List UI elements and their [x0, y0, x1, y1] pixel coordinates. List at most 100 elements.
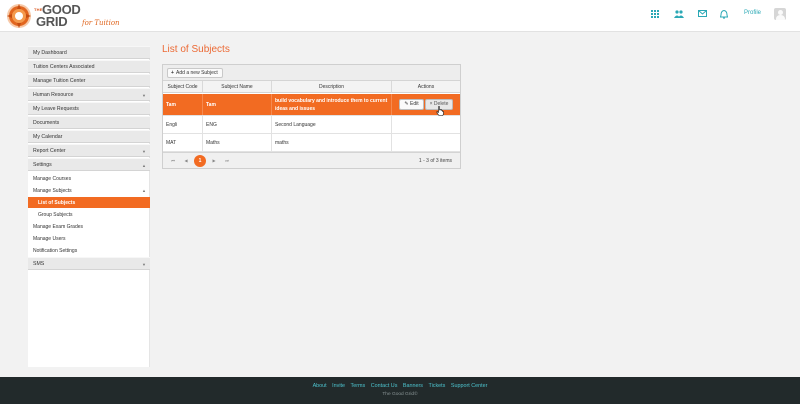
sidebar-subitem-notification-settings[interactable]: Notification Settings	[28, 245, 150, 256]
sidebar-subitem-manage-exam-grades[interactable]: Manage Exam Grades	[28, 221, 150, 232]
sidebar-item-label: Manage Tuition Center	[33, 78, 86, 84]
sidebar-item-label: Human Resource	[33, 92, 74, 98]
pencil-icon: ✎	[404, 101, 409, 107]
cell-description: Second Language	[272, 116, 392, 133]
cell-subject-name: Maths	[203, 134, 272, 151]
avatar-head	[777, 9, 783, 15]
chevron-down-icon: ▼	[142, 262, 146, 267]
app-logo[interactable]: THE GOOD GRID for Tuition	[6, 3, 146, 31]
sidebar-subitem-label: Manage Users	[33, 235, 66, 242]
grid-toolbar: + Add a new Subject	[163, 65, 460, 81]
sidebar-subitem-label: List of Subjects	[38, 199, 76, 206]
sidebar-item-manage-tuition-center[interactable]: Manage Tuition Center	[28, 74, 150, 87]
bell-icon[interactable]	[719, 9, 729, 20]
sidebar-subitem-group-subjects[interactable]: Group Subjects	[28, 209, 150, 220]
footer-copyright: The Good Grid©	[382, 392, 418, 397]
sidebar-item-report-center[interactable]: Report Center ▼	[28, 144, 150, 157]
avatar-body	[775, 15, 785, 20]
column-header-description[interactable]: Description	[272, 81, 392, 93]
first-page-icon[interactable]: ⏮	[169, 157, 177, 165]
footer-link-tickets[interactable]: Tickets	[428, 383, 445, 389]
sidebar-subitem-manage-courses[interactable]: Manage Courses	[28, 173, 150, 184]
chevron-down-icon: ▼	[142, 149, 146, 154]
cell-subject-code: Tam	[163, 94, 203, 115]
table-row[interactable]: Tam Tam build vocabulary and introduce t…	[163, 94, 460, 116]
footer-link-contact-us[interactable]: Contact Us	[371, 383, 398, 389]
sidebar-item-label: Documents	[33, 120, 60, 126]
top-bar: THE GOOD GRID for Tuition Profile	[0, 0, 800, 32]
plus-icon: +	[171, 70, 174, 76]
sidebar-item-label: SMS	[33, 261, 45, 267]
sidebar-item-documents[interactable]: Documents	[28, 116, 150, 129]
footer: About Invite Terms Contact Us Banners Ti…	[0, 377, 800, 404]
edit-button[interactable]: ✎ Edit	[399, 99, 424, 110]
cell-subject-name: ENG	[203, 116, 272, 133]
page-title: List of Subjects	[162, 44, 230, 55]
cell-subject-code: MAT	[163, 134, 203, 151]
logo-tagline: for Tuition	[82, 19, 120, 27]
sidebar-subitem-label: Manage Subjects	[33, 187, 72, 194]
sidebar-item-sms[interactable]: SMS ▼	[28, 257, 150, 270]
footer-link-invite[interactable]: Invite	[332, 383, 345, 389]
sidebar-subitem-label: Group Subjects	[38, 211, 73, 218]
sidebar-item-label: Report Center	[33, 148, 66, 154]
add-subject-label: Add a new Subject	[176, 70, 218, 76]
logo-text-grid: GRID	[36, 14, 68, 29]
cell-actions	[392, 116, 460, 133]
sidebar: My Dashboard Tuition Centers Associated …	[28, 46, 150, 367]
sidebar-item-my-calendar[interactable]: My Calendar	[28, 130, 150, 143]
pager-info: 1 - 3 of 3 items	[418, 158, 452, 164]
sidebar-subitem-label: Manage Exam Grades	[33, 223, 84, 230]
mail-icon[interactable]	[697, 10, 707, 20]
profile-link[interactable]: Profile	[744, 10, 761, 16]
footer-links: About Invite Terms Contact Us Banners Ti…	[0, 383, 800, 389]
user-avatar[interactable]	[774, 8, 786, 20]
last-page-icon[interactable]: ⏭	[223, 157, 231, 165]
footer-link-support-center[interactable]: Support Center	[451, 383, 488, 389]
sidebar-item-my-leave-requests[interactable]: My Leave Requests	[28, 102, 150, 115]
column-header-subject-code[interactable]: Subject Code	[163, 81, 203, 93]
sidebar-subitem-list-of-subjects[interactable]: List of Subjects	[28, 197, 150, 208]
sidebar-subitem-manage-users[interactable]: Manage Users	[28, 233, 150, 244]
sidebar-subitem-label: Manage Courses	[33, 175, 72, 182]
prev-page-icon[interactable]: ◀	[182, 157, 190, 165]
table-row[interactable]: Engli ENG Second Language	[163, 116, 460, 134]
footer-link-about[interactable]: About	[313, 383, 327, 389]
sidebar-item-tuition-centers-associated[interactable]: Tuition Centers Associated	[28, 60, 150, 73]
sidebar-subitem-manage-subjects[interactable]: Manage Subjects ▲	[28, 185, 150, 196]
sidebar-item-label: Settings	[33, 162, 52, 168]
sidebar-item-label: My Calendar	[33, 134, 63, 140]
grid-header-row: Subject Code Subject Name Description Ac…	[163, 81, 460, 93]
logo-badge-icon	[7, 4, 31, 28]
next-page-icon[interactable]: ▶	[210, 157, 218, 165]
subjects-grid: + Add a new Subject Subject Code Subject…	[162, 64, 461, 169]
chevron-down-icon: ▼	[142, 93, 146, 98]
sidebar-item-my-dashboard[interactable]: My Dashboard	[28, 46, 150, 59]
sidebar-subitem-label: Notification Settings	[33, 247, 78, 254]
cell-subject-name: Tam	[203, 94, 272, 115]
cell-actions	[392, 134, 460, 151]
sidebar-item-label: My Leave Requests	[33, 106, 79, 112]
chevron-up-icon: ▲	[142, 188, 146, 193]
cell-description: maths	[272, 134, 392, 151]
sidebar-item-label: My Dashboard	[33, 50, 67, 56]
chevron-up-icon: ▲	[142, 163, 146, 168]
sidebar-item-human-resource[interactable]: Human Resource ▼	[28, 88, 150, 101]
grid-icon[interactable]	[650, 10, 660, 20]
current-page-button[interactable]: 1	[194, 155, 206, 167]
cell-description: build vocabulary and introduce them to c…	[272, 94, 392, 115]
sidebar-item-label: Tuition Centers Associated	[33, 64, 95, 70]
close-icon: ×	[429, 101, 433, 107]
users-icon[interactable]	[674, 10, 684, 20]
pager: ⏮ ◀ 1 ▶ ⏭ 1 - 3 of 3 items	[163, 152, 460, 168]
table-row[interactable]: MAT Maths maths	[163, 134, 460, 152]
cell-subject-code: Engli	[163, 116, 203, 133]
add-subject-button[interactable]: + Add a new Subject	[167, 68, 223, 78]
footer-link-banners[interactable]: Banners	[403, 383, 423, 389]
sidebar-item-settings[interactable]: Settings ▲	[28, 158, 150, 171]
column-header-subject-name[interactable]: Subject Name	[203, 81, 272, 93]
footer-link-terms[interactable]: Terms	[351, 383, 366, 389]
column-header-actions: Actions	[417, 84, 435, 90]
edit-label: Edit	[409, 101, 419, 107]
hand-cursor-icon	[436, 106, 444, 116]
